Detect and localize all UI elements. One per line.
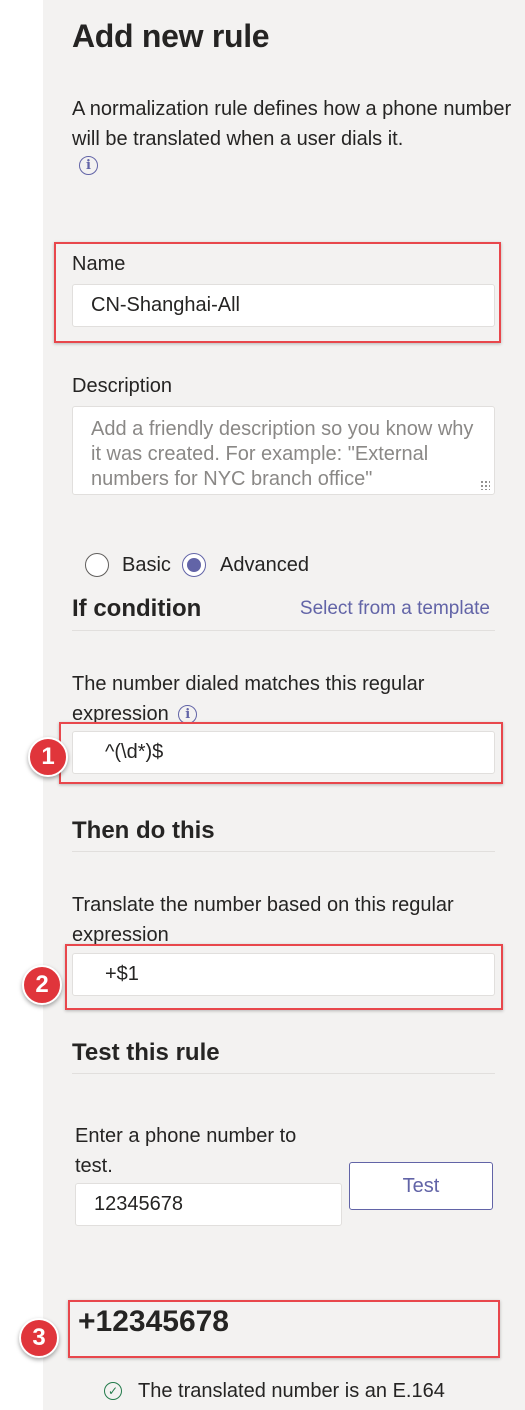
radio-advanced[interactable]	[182, 553, 206, 577]
radio-advanced-label: Advanced	[220, 554, 309, 576]
highlight-box-name	[54, 242, 501, 343]
highlight-box-result	[68, 1300, 500, 1358]
test-status-text: The translated number is an E.164	[138, 1380, 445, 1402]
callout-badge-1: 1	[28, 737, 68, 777]
highlight-box-condition	[59, 722, 503, 784]
radio-basic[interactable]	[85, 553, 109, 577]
page-title: Add new rule	[72, 18, 270, 54]
action-label: Translate the number based on this regul…	[72, 894, 454, 946]
condition-label-text: The number dialed matches this regular e…	[72, 673, 425, 725]
action-title: Then do this	[72, 817, 215, 844]
resize-grip-icon[interactable]	[480, 480, 490, 490]
description-textarea[interactable]: Add a friendly description so you know w…	[72, 406, 495, 495]
test-button[interactable]: Test	[349, 1162, 493, 1210]
test-number-value: 12345678	[94, 1193, 183, 1215]
condition-label: The number dialed matches this regular e…	[72, 669, 492, 729]
callout-badge-2: 2	[22, 965, 62, 1005]
highlight-box-action	[65, 944, 503, 1010]
callout-badge-3: 3	[19, 1318, 59, 1358]
test-divider	[72, 1073, 495, 1074]
action-divider	[72, 851, 495, 852]
test-title: Test this rule	[72, 1039, 220, 1066]
test-label: Enter a phone number to test.	[75, 1125, 297, 1177]
condition-title: If condition	[72, 595, 202, 622]
info-icon[interactable]: i	[79, 156, 98, 175]
condition-divider	[72, 630, 495, 631]
intro-text: A normalization rule defines how a phone…	[72, 94, 512, 154]
test-number-input[interactable]: 12345678	[75, 1183, 342, 1226]
radio-basic-label: Basic	[122, 554, 171, 576]
check-circle-icon: ✓	[104, 1382, 122, 1400]
select-template-link[interactable]: Select from a template	[300, 598, 490, 620]
description-placeholder: Add a friendly description so you know w…	[91, 418, 474, 490]
left-margin	[0, 0, 43, 1410]
description-label: Description	[72, 375, 173, 397]
intro-text-content: A normalization rule defines how a phone…	[72, 98, 512, 150]
